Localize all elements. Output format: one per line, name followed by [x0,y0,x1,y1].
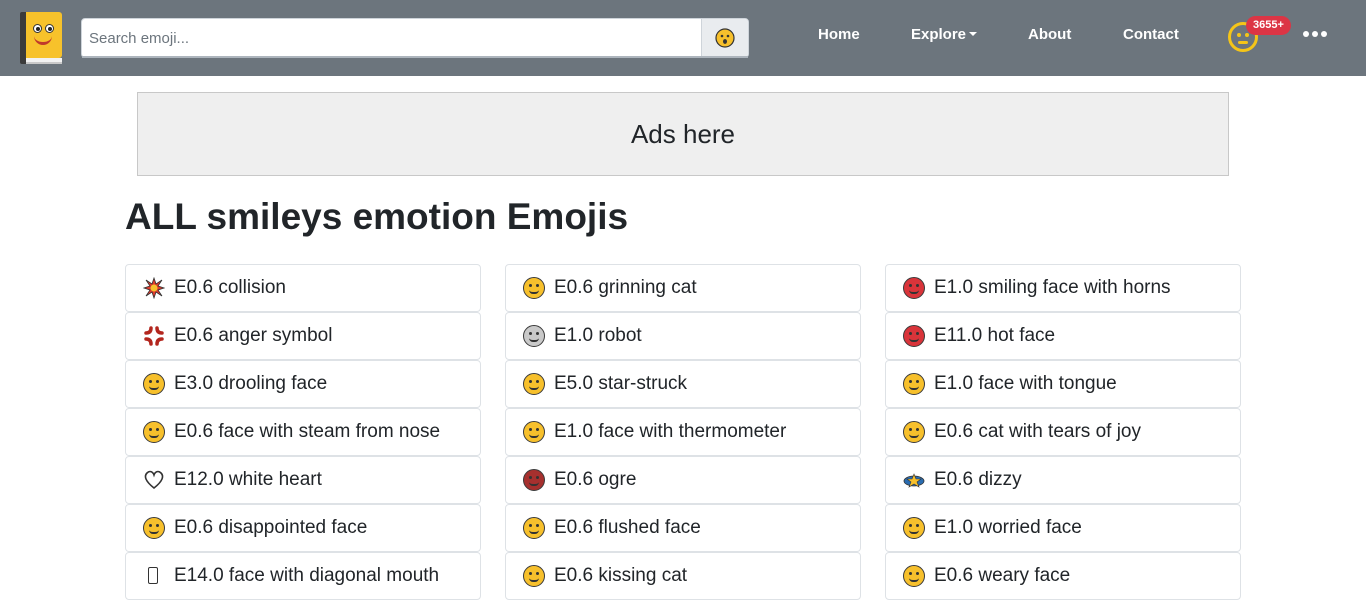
thermometer-face-icon [523,421,545,443]
site-logo[interactable] [20,12,62,64]
emoji-list-item[interactable]: E0.6 kissing cat [505,552,861,600]
user-face-eye [1237,33,1241,37]
emoji-list-item[interactable]: E0.6 collision [125,264,481,312]
collision-icon [143,277,165,299]
emoji-label: E12.0 white heart [174,469,322,490]
nav-home[interactable]: Home [818,26,860,43]
emoji-list-item[interactable]: E0.6 dizzy [885,456,1241,504]
search-input[interactable] [82,19,702,57]
chevron-down-icon [969,32,978,36]
emoji-list-item[interactable]: E0.6 flushed face [505,504,861,552]
nav-explore[interactable]: Explore [911,26,978,43]
page-title: ALL smileys emotion Emojis [125,196,629,237]
emoji-column-1: E0.6 collision E0.6 anger symbol E3.0 dr… [125,264,481,600]
count-badge: 3655+ [1246,16,1291,35]
navbar: Home Explore About Contact 3655+ [0,0,1366,76]
robot-icon [523,325,545,347]
emoji-label: E0.6 cat with tears of joy [934,421,1141,442]
emoji-list-item[interactable]: E0.6 grinning cat [505,264,861,312]
dizzy-icon [903,469,925,491]
face-steam-icon [143,421,165,443]
nav-explore-label: Explore [911,26,967,43]
logo-pages [26,58,62,64]
search-underline [82,56,748,58]
emoji-label: E1.0 robot [554,325,642,346]
emoji-label: E0.6 weary face [934,565,1071,586]
cat-tears-joy-icon [903,421,925,443]
ogre-icon [523,469,545,491]
emoji-column-3: E1.0 smiling face with horns E11.0 hot f… [885,264,1241,600]
emoji-list-item[interactable]: E1.0 smiling face with horns [885,264,1241,312]
white-heart-icon [143,469,165,491]
emoji-label: E0.6 ogre [554,469,637,490]
emoji-list-item[interactable]: E0.6 anger symbol [125,312,481,360]
emoji-label: E11.0 hot face [934,325,1056,346]
nav-about[interactable]: About [1028,26,1071,43]
emoji-list-item[interactable]: E0.6 ogre [505,456,861,504]
horns-face-icon [903,277,925,299]
anger-symbol-icon [143,325,165,347]
flushed-face-icon [523,517,545,539]
emoji-label: E1.0 face with thermometer [554,421,787,442]
grinning-cat-icon [523,277,545,299]
worried-face-icon [903,517,925,539]
tongue-face-icon [903,373,925,395]
star-struck-icon [523,373,545,395]
logo-eye [45,24,54,33]
more-options-icon[interactable] [1303,31,1327,39]
emoji-list-item[interactable]: E0.6 face with steam from nose [125,408,481,456]
ad-banner: Ads here [137,92,1229,176]
emoji-label: E0.6 grinning cat [554,277,697,298]
emoji-list-item[interactable]: E1.0 face with thermometer [505,408,861,456]
surprised-face-icon [715,28,735,48]
emoji-label: E14.0 face with diagonal mouth [174,565,440,586]
emoji-label: E1.0 smiling face with horns [934,277,1171,298]
hot-face-icon [903,325,925,347]
emoji-list-item[interactable]: E1.0 robot [505,312,861,360]
emoji-label: E1.0 worried face [934,517,1082,538]
emoji-label: E3.0 drooling face [174,373,328,394]
drooling-face-icon [143,373,165,395]
kissing-cat-icon [523,565,545,587]
emoji-list-item[interactable]: E11.0 hot face [885,312,1241,360]
logo-cover [26,12,62,58]
emoji-label: E5.0 star-struck [554,373,688,394]
emoji-list-item[interactable]: E12.0 white heart [125,456,481,504]
emoji-list-item[interactable]: E0.6 weary face [885,552,1241,600]
logo-eye [33,24,42,33]
emoji-label: E0.6 kissing cat [554,565,688,586]
emoji-list-item[interactable]: E1.0 worried face [885,504,1241,552]
disappointed-face-icon [143,517,165,539]
emoji-label: E0.6 disappointed face [174,517,368,538]
emoji-list-item[interactable]: E14.0 face with diagonal mouth [125,552,481,600]
search-group [81,18,749,58]
user-face-mouth [1238,41,1248,44]
emoji-list-item[interactable]: E3.0 drooling face [125,360,481,408]
nav-contact[interactable]: Contact [1123,26,1179,43]
search-emoji-button[interactable] [701,19,748,57]
emoji-label: E0.6 face with steam from nose [174,421,441,442]
user-face-eye [1245,33,1249,37]
weary-face-icon [903,565,925,587]
emoji-column-2: E0.6 grinning cat E1.0 robot E5.0 star-s… [505,264,861,600]
emoji-label: E0.6 collision [174,277,286,298]
emoji-list-item[interactable]: E5.0 star-struck [505,360,861,408]
emoji-list-item[interactable]: E1.0 face with tongue [885,360,1241,408]
emoji-label: E1.0 face with tongue [934,373,1117,394]
emoji-list-item[interactable]: E0.6 cat with tears of joy [885,408,1241,456]
emoji-label: E0.6 flushed face [554,517,701,538]
emoji-label: E0.6 anger symbol [174,325,333,346]
emoji-list-item[interactable]: E0.6 disappointed face [125,504,481,552]
emoji-label: E0.6 dizzy [934,469,1022,490]
missing-glyph-icon [143,565,165,587]
